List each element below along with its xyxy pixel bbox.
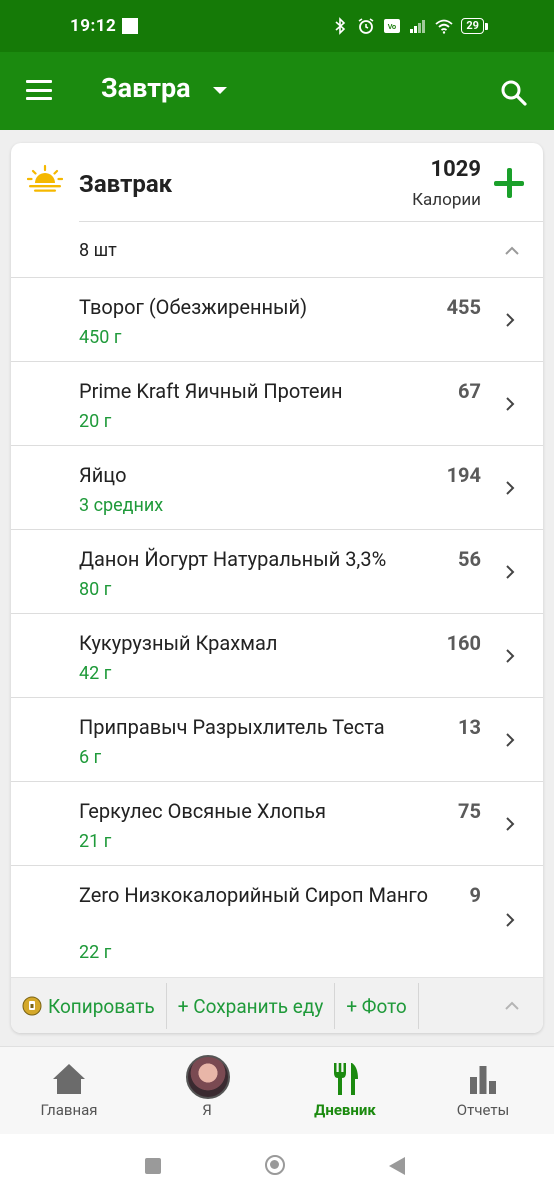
food-item[interactable]: Данон Йогурт Натуральный 3,3% 80 г 56 — [11, 529, 543, 613]
copy-label: Копировать — [48, 994, 155, 1018]
alarm-icon — [358, 18, 374, 34]
dropdown-icon[interactable] — [213, 87, 227, 94]
chevron-right-icon — [506, 313, 515, 327]
search-icon[interactable] — [500, 79, 528, 107]
food-item[interactable]: Prime Kraft Яичный Протеин 20 г 67 — [11, 361, 543, 445]
battery-icon: 29 — [461, 18, 488, 34]
food-name: Геркулес Овсяные Хлопья — [79, 799, 326, 823]
food-name: Prime Kraft Яичный Протеин — [79, 379, 343, 403]
copy-icon — [22, 996, 42, 1016]
nav-diary-label: Дневник — [314, 1101, 376, 1119]
copy-button[interactable]: Копировать — [11, 983, 166, 1029]
food-list: Творог (Обезжиренный) 450 г 455 Prime Kr… — [11, 277, 543, 975]
menu-icon[interactable] — [26, 80, 52, 100]
food-amount: 6 г — [79, 747, 102, 768]
add-photo-button[interactable]: + Фото — [335, 983, 417, 1029]
meal-title: Завтрак — [79, 170, 173, 198]
chevron-right-icon — [506, 913, 515, 927]
save-meal-label: + Сохранить еду — [177, 994, 324, 1018]
food-amount: 3 средних — [79, 495, 164, 516]
food-name: Кукурузный Крахмал — [79, 631, 278, 655]
food-amount: 80 г — [79, 579, 112, 600]
item-count-row[interactable]: 8 шт — [79, 221, 543, 278]
sunrise-icon — [27, 164, 63, 192]
food-calories: 160 — [446, 631, 481, 655]
food-amount: 21 г — [79, 831, 112, 852]
food-calories: 75 — [458, 799, 481, 823]
volte-icon: Vo — [384, 19, 401, 33]
food-item[interactable]: Геркулес Овсяные Хлопья 21 г 75 — [11, 781, 543, 865]
food-calories: 56 — [458, 547, 481, 571]
svg-text:Vo: Vo — [388, 24, 396, 31]
nav-reports-label: Отчеты — [456, 1101, 510, 1119]
date-title[interactable]: Завтра — [101, 72, 191, 104]
chevron-up-icon[interactable] — [505, 999, 519, 1013]
nav-home[interactable]: Главная — [0, 1047, 138, 1135]
save-meal-button[interactable]: + Сохранить еду — [167, 983, 335, 1029]
home-button-icon[interactable] — [265, 1155, 285, 1175]
back-icon[interactable] — [389, 1157, 405, 1175]
app-bar: Завтра — [0, 52, 554, 130]
food-amount: 42 г — [79, 663, 112, 684]
item-count: 8 шт — [79, 240, 117, 261]
food-name: Яйцо — [79, 463, 127, 487]
chevron-right-icon — [506, 649, 515, 663]
food-amount: 20 г — [79, 411, 112, 432]
recents-icon[interactable] — [145, 1158, 161, 1174]
food-item[interactable]: Яйцо 3 средних 194 — [11, 445, 543, 529]
chevron-right-icon — [506, 565, 515, 579]
food-calories: 13 — [458, 715, 481, 739]
food-item[interactable]: Творог (Обезжиренный) 450 г 455 — [11, 277, 543, 361]
meal-card: Завтрак 1029 Калории 8 шт Творог (Обезжи… — [11, 143, 543, 1033]
nav-reports[interactable]: Отчеты — [414, 1047, 552, 1135]
meal-calories-label: Калории — [412, 190, 481, 210]
chevron-up-icon[interactable] — [505, 244, 519, 258]
meal-actions: Копировать + Сохранить еду + Фото — [11, 977, 543, 1033]
avatar — [186, 1055, 230, 1099]
food-name: Zero Низкокалорийный Сироп Манго — [79, 883, 429, 907]
status-icons: Vo 29 — [331, 17, 488, 35]
fork-knife-icon — [334, 1063, 358, 1095]
food-item[interactable]: Кукурузный Крахмал 42 г 160 — [11, 613, 543, 697]
chevron-right-icon — [506, 397, 515, 411]
add-photo-label: + Фото — [346, 994, 407, 1018]
food-name: Творог (Обезжиренный) — [79, 295, 308, 319]
food-calories: 455 — [446, 295, 481, 319]
home-icon — [53, 1064, 85, 1094]
chevron-right-icon — [506, 481, 515, 495]
meal-header: Завтрак 1029 Калории — [11, 143, 543, 223]
food-item[interactable]: Zero Низкокалорийный Сироп Манго 22 г 9 — [11, 865, 543, 975]
nav-profile-label: Я — [202, 1101, 212, 1119]
food-calories: 67 — [458, 379, 481, 403]
bluetooth-icon — [335, 17, 346, 35]
chevron-right-icon — [506, 733, 515, 747]
nav-diary[interactable]: Дневник — [276, 1047, 414, 1135]
status-time: 19:12 — [70, 16, 117, 36]
chevron-right-icon — [506, 817, 515, 831]
bottom-navigation: Главная Я Дневник Отчеты — [0, 1046, 554, 1135]
food-calories: 194 — [446, 463, 481, 487]
food-name: Данон Йогурт Натуральный 3,3% — [79, 547, 387, 571]
system-navigation-bar — [0, 1134, 554, 1200]
divider — [417, 983, 419, 1029]
food-name: Приправыч Разрыхлитель Теста — [79, 715, 385, 739]
food-item[interactable]: Приправыч Разрыхлитель Теста 6 г 13 — [11, 697, 543, 781]
food-amount: 450 г — [79, 327, 122, 348]
status-bar: 19:12 Vo 29 — [0, 0, 554, 52]
meal-calories: 1029 — [430, 157, 482, 182]
food-calories: 9 — [469, 883, 481, 907]
wifi-icon — [435, 19, 453, 34]
notification-icon — [122, 18, 139, 34]
signal-icon — [410, 20, 426, 33]
food-amount: 22 г — [79, 942, 112, 963]
nav-profile[interactable]: Я — [138, 1047, 276, 1135]
nav-home-label: Главная — [40, 1101, 98, 1119]
bar-chart-icon — [470, 1066, 496, 1094]
add-food-icon[interactable] — [494, 168, 524, 198]
